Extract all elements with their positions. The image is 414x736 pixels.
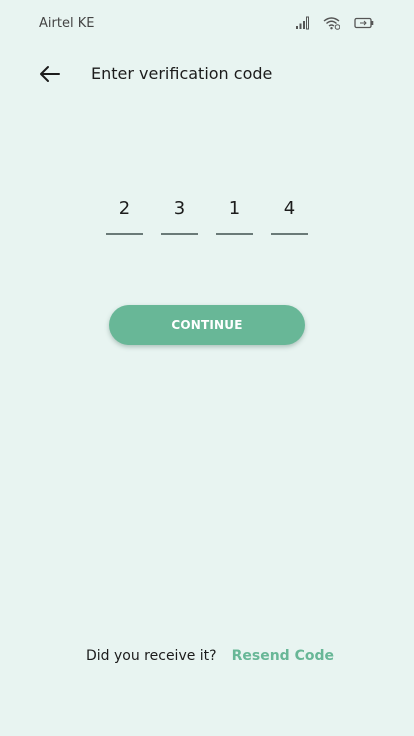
back-button[interactable] <box>36 62 64 86</box>
status-bar: Airtel KE <box>0 0 414 50</box>
code-digit-1-field[interactable]: 2 <box>106 196 143 236</box>
signal-icon <box>295 16 309 30</box>
code-digit-2: 3 <box>173 198 186 219</box>
resend-code-link[interactable]: Resend Code <box>232 648 334 664</box>
resend-prompt: Did you receive it? <box>86 648 217 664</box>
code-digit-1-underline <box>106 233 143 235</box>
verification-code-input[interactable]: 2 3 1 4 <box>106 196 308 236</box>
code-digit-4-field[interactable]: 4 <box>271 196 308 236</box>
code-digit-4: 4 <box>283 198 296 219</box>
code-digit-4-underline <box>271 233 308 235</box>
wifi-icon <box>323 16 340 30</box>
code-digit-1: 2 <box>118 198 131 219</box>
page-title: Enter verification code <box>91 64 273 83</box>
status-icons <box>295 16 374 30</box>
continue-button-label: CONTINUE <box>171 318 243 332</box>
code-digit-3: 1 <box>228 198 241 219</box>
code-digit-2-field[interactable]: 3 <box>161 196 198 236</box>
resend-row: Did you receive it? Resend Code <box>86 648 334 664</box>
code-digit-2-underline <box>161 233 198 235</box>
battery-icon <box>354 17 374 29</box>
code-digit-3-underline <box>216 233 253 235</box>
header: Enter verification code <box>0 54 414 94</box>
continue-button[interactable]: CONTINUE <box>109 305 305 345</box>
carrier-name: Airtel KE <box>39 16 95 31</box>
arrow-left-icon <box>36 66 62 90</box>
code-digit-3-field[interactable]: 1 <box>216 196 253 236</box>
